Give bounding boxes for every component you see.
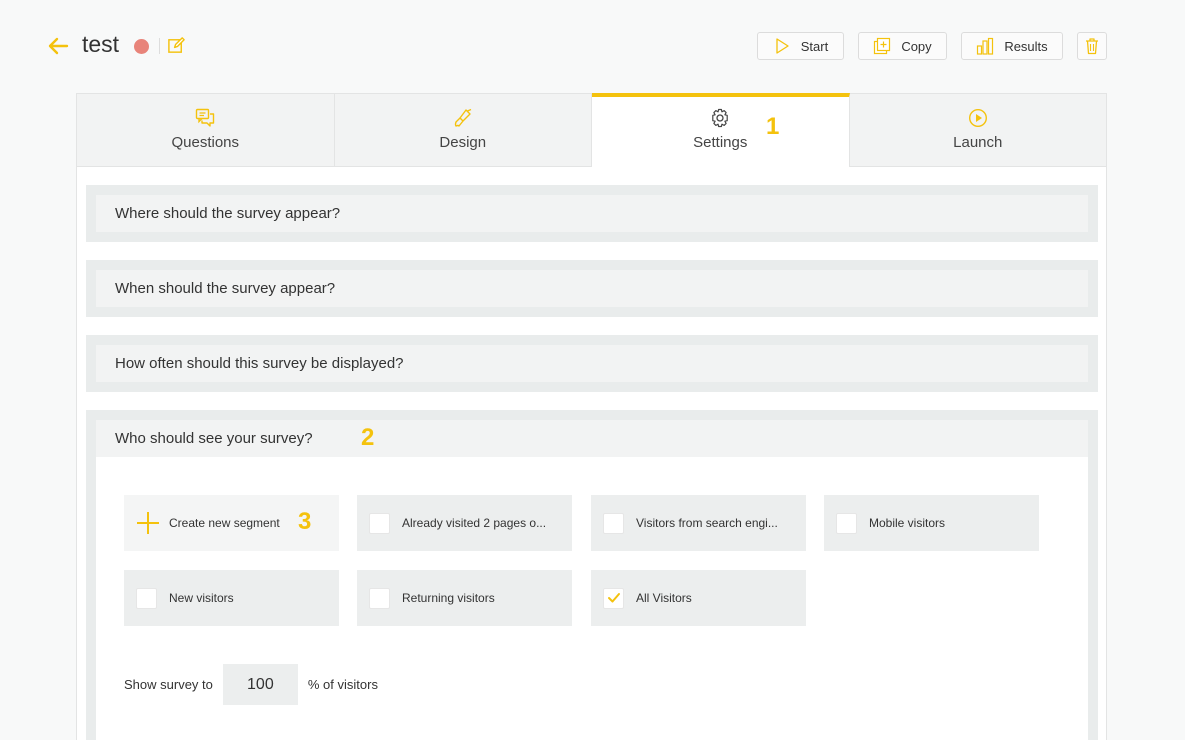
results-button[interactable]: Results <box>961 32 1063 60</box>
section-where: Where should the survey appear? <box>86 185 1098 242</box>
section-when-header[interactable]: When should the survey appear? <box>96 270 1088 307</box>
start-button[interactable]: Start <box>757 32 844 60</box>
segment-option[interactable]: Visitors from search engi... <box>591 495 806 551</box>
annotation-3: 3 <box>298 508 312 535</box>
play-icon <box>776 38 789 54</box>
survey-title: test <box>82 31 120 57</box>
results-button-label: Results <box>1004 38 1048 54</box>
segment-option[interactable]: Already visited 2 pages o... <box>357 495 572 551</box>
create-segment-label: Create new segment <box>169 516 280 530</box>
bar-chart-icon <box>977 37 994 55</box>
segment-label: Returning visitors <box>402 591 495 605</box>
plus-icon <box>137 512 159 534</box>
section-frequency: How often should this survey be displaye… <box>86 335 1098 392</box>
editor-tabs: Questions Design Settings 1 Launch <box>76 93 1107 175</box>
tab-settings[interactable]: Settings 1 <box>592 93 850 175</box>
show-prefix-label: Show survey to <box>124 677 213 692</box>
segment-checkbox[interactable] <box>136 587 157 609</box>
chat-icon <box>196 108 215 127</box>
segment-label: Already visited 2 pages o... <box>402 516 547 530</box>
segment-label: New visitors <box>169 591 234 605</box>
delete-button[interactable] <box>1077 32 1107 60</box>
segment-checkbox[interactable] <box>836 512 857 534</box>
annotation-1: 1 <box>766 113 780 140</box>
annotation-2: 2 <box>361 424 375 451</box>
segment-label: Visitors from search engi... <box>636 516 778 530</box>
tab-settings-label: Settings <box>693 134 748 151</box>
segment-checkbox[interactable] <box>369 512 390 534</box>
tab-launch[interactable]: Launch <box>850 94 1107 166</box>
section-audience: Who should see your survey? 2 Create new… <box>86 410 1098 740</box>
create-segment-button[interactable]: Create new segment 3 <box>124 495 339 551</box>
segment-label: Mobile visitors <box>869 516 946 530</box>
section-when: When should the survey appear? <box>86 260 1098 317</box>
start-button-label: Start <box>800 38 829 54</box>
section-audience-header[interactable]: Who should see your survey? <box>96 420 1088 457</box>
tab-questions-label: Questions <box>171 134 240 151</box>
tab-design-label: Design <box>439 134 487 151</box>
copy-button-label: Copy <box>901 38 932 54</box>
segment-option[interactable]: Returning visitors <box>357 570 572 626</box>
segment-checkbox[interactable] <box>603 512 624 534</box>
play-circle-icon <box>968 108 987 128</box>
audience-body: Create new segment 3 Already visited 2 p… <box>96 457 1088 740</box>
copy-button[interactable]: Copy <box>858 32 947 60</box>
gear-icon <box>712 108 729 128</box>
checkmark-icon <box>607 593 620 603</box>
tab-design[interactable]: Design <box>335 94 592 166</box>
top-bar: test Start Copy Results <box>0 0 1185 92</box>
tab-launch-label: Launch <box>953 134 1003 151</box>
segment-checkbox-checked[interactable] <box>603 587 624 609</box>
section-where-header[interactable]: Where should the survey appear? <box>96 195 1088 232</box>
title-divider <box>159 38 160 54</box>
show-suffix-label: % of visitors <box>307 677 378 692</box>
section-frequency-header[interactable]: How often should this survey be displaye… <box>96 345 1088 382</box>
edit-icon[interactable] <box>167 36 186 55</box>
segment-label: All Visitors <box>636 591 692 605</box>
settings-panel: Where should the survey appear? When sho… <box>76 167 1107 740</box>
percentage-input[interactable] <box>222 664 298 705</box>
trash-icon <box>1086 38 1098 55</box>
show-percentage-row: Show survey to % of visitors <box>124 664 378 705</box>
segment-option[interactable]: New visitors <box>124 570 339 626</box>
tab-questions[interactable]: Questions <box>77 94 335 166</box>
copy-icon <box>874 37 891 55</box>
brush-icon <box>454 108 472 127</box>
segment-checkbox[interactable] <box>369 587 390 609</box>
back-arrow-icon[interactable] <box>46 34 70 58</box>
status-dot <box>134 39 149 54</box>
segment-option[interactable]: Mobile visitors <box>824 495 1039 551</box>
segment-option[interactable]: All Visitors <box>591 570 806 626</box>
